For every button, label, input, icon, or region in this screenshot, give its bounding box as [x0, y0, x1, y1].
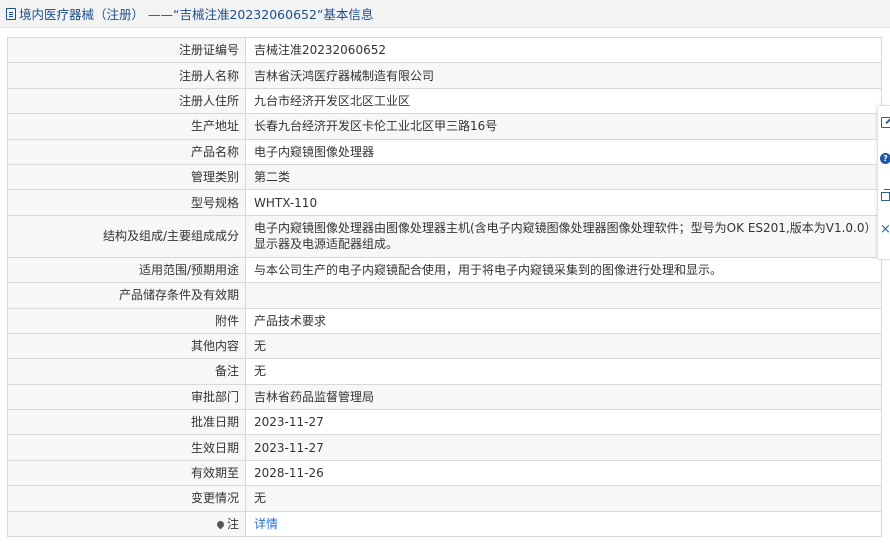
row-label-remarks: 备注: [7, 358, 246, 385]
table-row: 生产地址 长春九台经济开发区卡伦工业北区甲三路16号: [7, 113, 882, 140]
copy-icon[interactable]: [880, 189, 890, 201]
page-title: 境内医疗器械（注册） ——“吉械注准20232060652”基本信息: [19, 7, 374, 22]
pin-icon: [215, 519, 226, 530]
table-row: 有效期至 2028-11-26: [7, 459, 882, 487]
row-value-remarks: 无: [245, 358, 882, 385]
side-toolbar: ? ×: [877, 105, 890, 260]
table-row: 产品名称 电子内窥镜图像处理器: [7, 138, 882, 165]
row-value-valid-until: 2028-11-26: [245, 459, 882, 487]
table-row: 附件 产品技术要求: [7, 307, 882, 334]
row-label-note: 注: [7, 510, 246, 538]
table-row: 型号规格 WHTX-110: [7, 189, 882, 216]
row-value-production-address: 长春九台经济开发区卡伦工业北区甲三路16号: [245, 113, 882, 140]
row-label-changes: 变更情况: [7, 485, 246, 512]
row-label-effective-date: 生效日期: [7, 434, 246, 461]
row-label-product-name: 产品名称: [7, 138, 246, 165]
table-row: 注册证编号 吉械注准20232060652: [7, 36, 882, 64]
row-label-model-spec: 型号规格: [7, 189, 246, 216]
row-label-registrant-name: 注册人名称: [7, 62, 246, 89]
table-row: 备注 无: [7, 358, 882, 385]
row-value-changes: 无: [245, 485, 882, 512]
table-row: 产品储存条件及有效期: [7, 282, 882, 309]
row-value-approval-date: 2023-11-27: [245, 409, 882, 436]
table-row: 批准日期 2023-11-27: [7, 409, 882, 436]
close-icon[interactable]: ×: [880, 223, 890, 236]
row-label-production-address: 生产地址: [7, 113, 246, 140]
row-label-other: 其他内容: [7, 332, 246, 360]
row-value-model-spec: WHTX-110: [245, 189, 882, 216]
table-row: 注 详情: [7, 510, 882, 538]
row-value-intended-use: 与本公司生产的电子内窥镜配合使用，用于将电子内窥镜采集到的图像进行处理和显示。: [245, 256, 882, 284]
row-value-effective-date: 2023-11-27: [245, 434, 882, 461]
table-row: 变更情况 无: [7, 485, 882, 512]
row-value-management-class: 第二类: [245, 163, 882, 191]
row-value-registrant-address: 九台市经济开发区北区工业区: [245, 87, 882, 115]
edit-icon[interactable]: [880, 116, 890, 128]
row-label-registrant-address: 注册人住所: [7, 87, 246, 115]
table-row: 其他内容 无: [7, 332, 882, 360]
info-table: 注册证编号 吉械注准20232060652 注册人名称 吉林省沃鸿医疗器械制造有…: [7, 36, 882, 538]
row-label-attachment: 附件: [7, 307, 246, 334]
row-value-registrant-name: 吉林省沃鸿医疗器械制造有限公司: [245, 62, 882, 89]
row-label-approval-dept: 审批部门: [7, 383, 246, 411]
table-row: 管理类别 第二类: [7, 163, 882, 191]
row-value-storage: [245, 282, 882, 309]
document-icon: [6, 7, 16, 20]
row-value-registration-no: 吉械注准20232060652: [245, 36, 882, 64]
table-row: 注册人名称 吉林省沃鸿医疗器械制造有限公司: [7, 62, 882, 89]
table-row: 结构及组成/主要组成成分 电子内窥镜图像处理器由图像处理器主机(含电子内窥镜图像…: [7, 214, 882, 258]
page-header: 境内医疗器械（注册） ——“吉械注准20232060652”基本信息: [0, 0, 890, 28]
details-link[interactable]: 详情: [254, 517, 278, 531]
row-label-structure: 结构及组成/主要组成成分: [7, 214, 246, 258]
row-value-product-name: 电子内窥镜图像处理器: [245, 138, 882, 165]
row-value-approval-dept: 吉林省药品监督管理局: [245, 383, 882, 411]
row-label-valid-until: 有效期至: [7, 459, 246, 487]
row-label-registration-no: 注册证编号: [7, 36, 246, 64]
table-row: 审批部门 吉林省药品监督管理局: [7, 383, 882, 411]
row-value-attachment: 产品技术要求: [245, 307, 882, 334]
row-value-note: 详情: [245, 510, 882, 538]
row-value-other: 无: [245, 332, 882, 360]
table-row: 适用范围/预期用途 与本公司生产的电子内窥镜配合使用，用于将电子内窥镜采集到的图…: [7, 256, 882, 284]
table-row: 注册人住所 九台市经济开发区北区工业区: [7, 87, 882, 115]
row-label-storage: 产品储存条件及有效期: [7, 282, 246, 309]
row-label-management-class: 管理类别: [7, 163, 246, 191]
table-row: 生效日期 2023-11-27: [7, 434, 882, 461]
row-value-structure: 电子内窥镜图像处理器由图像处理器主机(含电子内窥镜图像处理器图像处理软件；型号为…: [245, 214, 882, 258]
note-label: 注: [226, 516, 239, 531]
row-label-intended-use: 适用范围/预期用途: [7, 256, 246, 284]
row-label-approval-date: 批准日期: [7, 409, 246, 436]
help-icon[interactable]: ?: [880, 153, 890, 164]
